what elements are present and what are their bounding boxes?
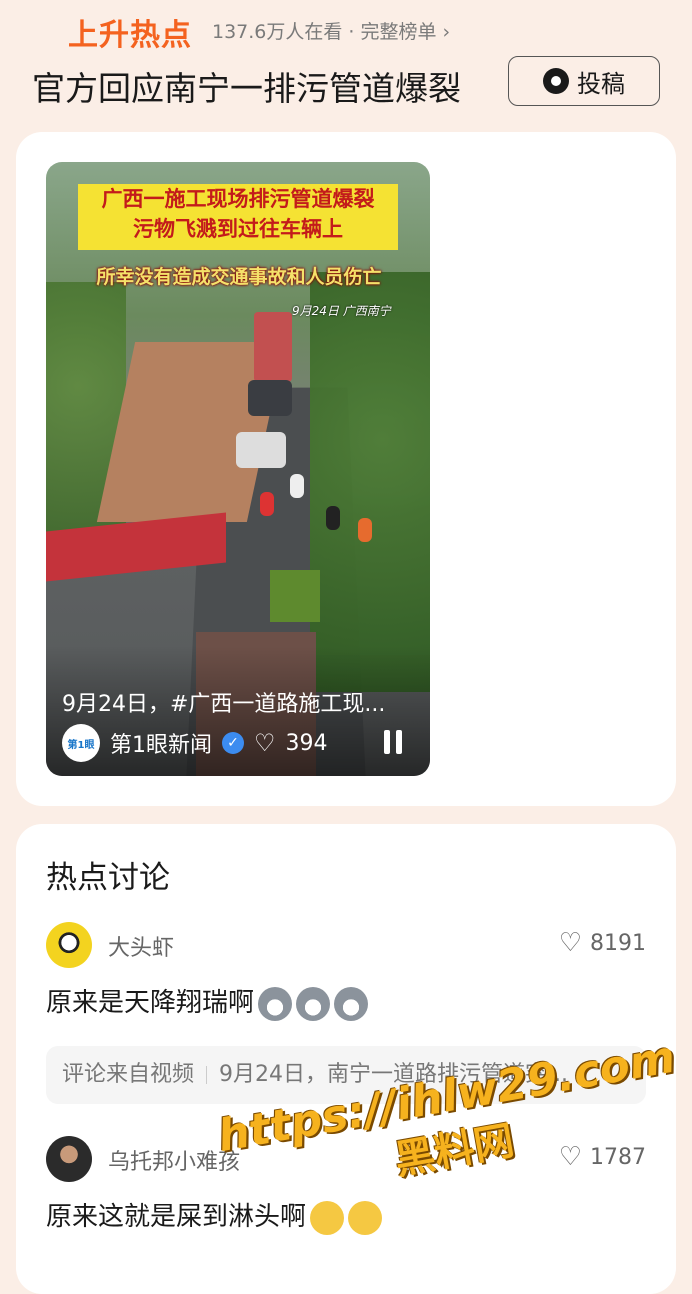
post-button[interactable]: 投稿 (508, 56, 660, 106)
video-banner-subline: 所幸没有造成交通事故和人员伤亡 (96, 266, 382, 288)
comment-text-body: 原来是天降翔瑞啊 (46, 988, 255, 1018)
avatar[interactable] (46, 922, 92, 968)
video-scene-rider (260, 492, 274, 516)
discussion-title: 热点讨论 (46, 860, 170, 896)
video-player[interactable]: 广西一施工现场排污管道爆裂 污物飞溅到过往车辆上 所幸没有造成交通事故和人员伤亡… (46, 162, 430, 776)
like-heart-icon[interactable]: ♡ (254, 729, 276, 757)
husky-emoji-icon (334, 986, 369, 1021)
author-avatar[interactable]: 第1眼 (62, 724, 100, 762)
video-scene-trees-right (310, 272, 430, 692)
verified-icon: ✓ (222, 732, 244, 754)
video-date-stamp: 9月24日 广西南宁 (292, 304, 391, 318)
comment-source-label: 评论来自视频 (62, 1062, 195, 1087)
video-scene-car-dark (248, 380, 292, 416)
viewers-text: 137.6万人在看 · 完整榜单 (212, 21, 437, 43)
video-scene-rider (290, 474, 304, 498)
heart-icon: ♡ (558, 928, 582, 958)
comment-username[interactable]: 大头虾 (108, 930, 174, 962)
comment-like-button[interactable]: ♡ 8191 (559, 930, 646, 956)
video-scene-rider (358, 518, 372, 542)
comment-text: 原来是天降翔瑞啊 (46, 982, 369, 1021)
video-scene-median (270, 570, 320, 622)
chevron-right-icon: › (442, 21, 451, 43)
husky-emoji-icon (258, 986, 293, 1021)
full-ranking-link[interactable]: 137.6万人在看 · 完整榜单 › (212, 17, 450, 44)
video-scene-truck (254, 312, 292, 382)
video-scene-rider (326, 506, 340, 530)
video-scene-car-white (236, 432, 286, 468)
post-button-label: 投稿 (577, 69, 625, 98)
video-banner-line1: 广西一施工现场排污管道爆裂 (101, 186, 375, 211)
divider (206, 1066, 208, 1084)
hot-topic-bar: 上升热点 137.6万人在看 · 完整榜单 › (0, 0, 692, 55)
camera-icon (543, 68, 569, 94)
author-name[interactable]: 第1眼新闻 (110, 727, 212, 759)
husky-emoji-icon (296, 986, 331, 1021)
page-title: 官方回应南宁一排污管道爆裂 (32, 69, 461, 108)
hot-label: 上升热点 (68, 18, 192, 53)
avatar[interactable] (46, 1136, 92, 1182)
comment-like-count: 8191 (590, 930, 646, 956)
video-like-count: 394 (285, 730, 328, 756)
video-banner-line2: 污物飞溅到过往车辆上 (133, 216, 343, 241)
crying-emoji-icon (310, 1200, 345, 1235)
comment-text: 原来这就是屎到淋头啊 (46, 1196, 383, 1235)
crying-emoji-icon (348, 1200, 383, 1235)
video-caption[interactable]: 9月24日，#广西一道路施工现... (62, 686, 412, 718)
video-banner-headline: 广西一施工现场排污管道爆裂 污物飞溅到过往车辆上 (78, 184, 398, 250)
video-meta-row: 第1眼 第1眼新闻 ✓ ♡ 394 (62, 724, 328, 762)
pause-icon[interactable] (384, 730, 406, 754)
